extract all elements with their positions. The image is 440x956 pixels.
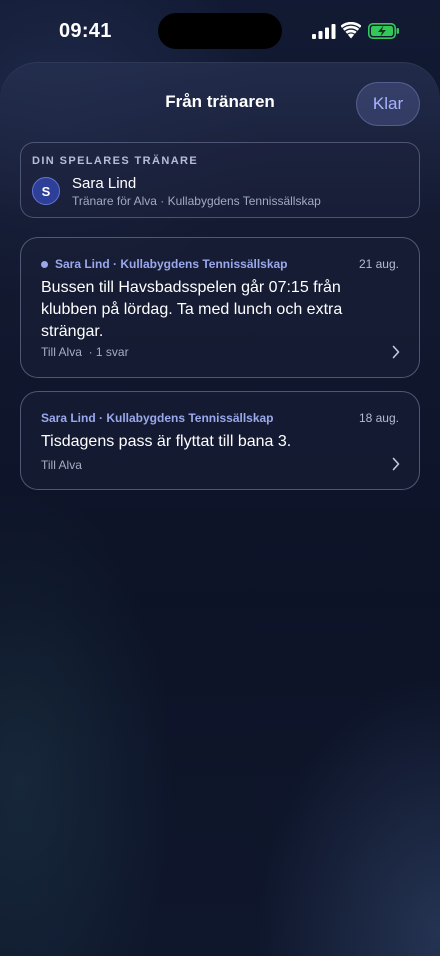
avatar: S — [32, 177, 60, 205]
signal-icon — [312, 24, 336, 39]
message-sender: Sara Lind · Kullabygdens Tennissällskap — [55, 257, 288, 271]
status-time: 09:41 — [59, 20, 112, 42]
wifi-icon — [341, 22, 361, 39]
message-text: Bussen till Havsbadsspelen går 07:15 frå… — [41, 279, 343, 340]
message-meta: Till Alva · 1 svar — [41, 345, 129, 359]
chevron-right-icon — [392, 457, 400, 471]
coach-name: Sara Lind — [72, 175, 137, 192]
battery-charging-icon — [368, 23, 399, 39]
coach-card: DIN SPELARES TRÄNARE S Sara Lind Tränare… — [20, 142, 420, 218]
coach-subtitle: Tränare för Alva · Kullabygdens Tennissä… — [72, 194, 321, 208]
coach-caption: DIN SPELARES TRÄNARE — [32, 155, 199, 167]
message-card[interactable]: Sara Lind · Kullabygdens Tennissällskap … — [20, 237, 420, 378]
message-text: Tisdagens pass är flyttat till bana 3. — [41, 433, 292, 450]
message-sender: Sara Lind · Kullabygdens Tennissällskap — [41, 411, 274, 425]
message-meta: Till Alva — [41, 458, 82, 472]
unread-dot-icon — [41, 261, 48, 268]
chevron-right-icon — [392, 345, 400, 359]
message-date: 21 aug. — [358, 257, 399, 271]
status-bar: 09:41 — [0, 0, 440, 62]
message-date: 18 aug. — [358, 411, 399, 425]
dynamic-island — [158, 13, 282, 49]
done-button[interactable]: Klar — [356, 82, 420, 126]
coach-messages-sheet: Från tränaren Klar DIN SPELARES TRÄNARE … — [0, 62, 440, 956]
message-card[interactable]: Sara Lind · Kullabygdens Tennissällskap … — [20, 391, 420, 490]
